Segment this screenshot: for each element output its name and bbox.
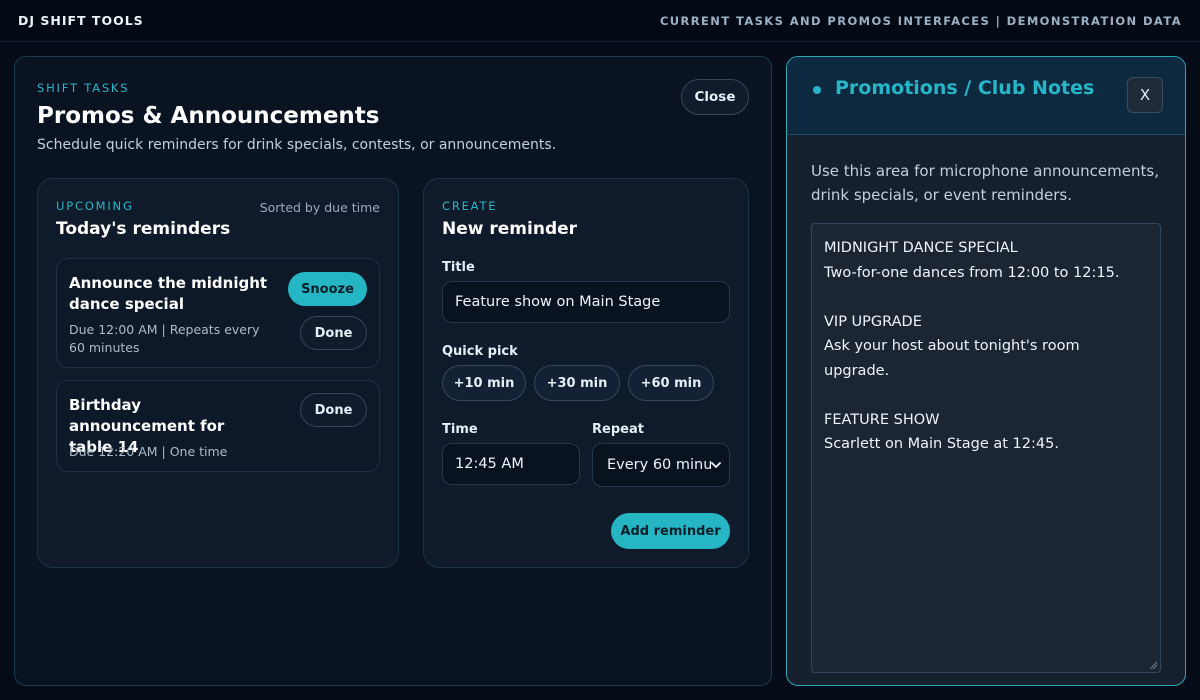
resize-grip-icon[interactable] xyxy=(1148,660,1158,670)
upcoming-title: Today's reminders xyxy=(56,219,231,239)
title-input[interactable] xyxy=(442,281,730,323)
page-subtitle: Schedule quick reminders for drink speci… xyxy=(37,137,557,153)
upcoming-eyebrow: UPCOMING xyxy=(56,199,134,213)
add-reminder-button[interactable]: Add reminder xyxy=(611,513,730,549)
promos-panel: SHIFT TASKS Promos & Announcements Sched… xyxy=(14,56,772,686)
side-panel-description: Use this area for microphone announcemen… xyxy=(811,162,1159,204)
create-eyebrow: CREATE xyxy=(442,199,498,213)
time-label: Time xyxy=(442,422,478,437)
reminder-item: Birthday announcement for table 14 Due 1… xyxy=(56,380,380,472)
title-label: Title xyxy=(442,260,475,275)
side-panel-title: Promotions / Club Notes xyxy=(835,77,1095,99)
create-card: CREATE New reminder Title Quick pick +10… xyxy=(423,178,749,568)
note-body: Scarlett on Main Stage at 12:45. xyxy=(824,436,1059,452)
reminder-item: Announce the midnight dance special Due … xyxy=(56,258,380,368)
status-dot-icon xyxy=(813,86,821,94)
note-heading: VIP UPGRADE xyxy=(824,313,922,330)
sort-note: Sorted by due time xyxy=(259,200,380,215)
time-input[interactable] xyxy=(442,443,580,485)
reminder-meta: Due 12:20 AM | One time xyxy=(69,444,228,459)
reminder-title: Announce the midnight dance special xyxy=(69,274,268,313)
note-heading: FEATURE SHOW xyxy=(824,411,940,428)
note-block: MIDNIGHT DANCE SPECIAL Two-for-one dance… xyxy=(824,236,1148,285)
note-block: FEATURE SHOW Scarlett on Main Stage at 1… xyxy=(824,408,1148,457)
create-title: New reminder xyxy=(442,219,578,239)
note-heading: MIDNIGHT DANCE SPECIAL xyxy=(824,240,1018,256)
side-panel-close-button[interactable]: X xyxy=(1127,77,1163,113)
note-block: VIP UPGRADE Ask your host about tonight'… xyxy=(824,310,1148,384)
panel-eyebrow: SHIFT TASKS xyxy=(37,81,130,95)
quick-pick-10-button[interactable]: +10 min xyxy=(442,365,526,401)
side-panel-header: Promotions / Club Notes X xyxy=(787,57,1185,135)
repeat-label: Repeat xyxy=(592,422,644,437)
repeat-select[interactable]: Every 60 minutes xyxy=(592,443,730,487)
quick-pick-label: Quick pick xyxy=(442,344,518,359)
quick-pick-30-button[interactable]: +30 min xyxy=(534,365,620,401)
note-body: Ask your host about tonight's room upgra… xyxy=(824,338,1080,379)
repeat-select-value: Every 60 minutes xyxy=(607,457,711,473)
top-bar: DJ SHIFT TOOLS CURRENT TASKS AND PROMOS … xyxy=(0,0,1200,42)
chevron-down-icon xyxy=(711,462,721,468)
brand-title: DJ SHIFT TOOLS xyxy=(18,13,144,28)
quick-pick-60-button[interactable]: +60 min xyxy=(628,365,714,401)
upcoming-card: UPCOMING Today's reminders Sorted by due… xyxy=(37,178,399,568)
context-label: CURRENT TASKS AND PROMOS INTERFACES | DE… xyxy=(659,13,1182,28)
note-body: Two-for-one dances from 12:00 to 12:15. xyxy=(824,264,1120,281)
club-notes-panel: Promotions / Club Notes X Use this area … xyxy=(786,56,1186,686)
page-title: Promos & Announcements xyxy=(37,103,380,129)
close-button[interactable]: Close xyxy=(681,79,749,115)
done-button[interactable]: Done xyxy=(300,316,367,350)
done-button[interactable]: Done xyxy=(300,393,367,427)
snooze-button[interactable]: Snooze xyxy=(288,272,367,306)
reminder-meta: Due 12:00 AM | Repeats every 60 minutes xyxy=(69,322,260,355)
notes-textarea[interactable]: MIDNIGHT DANCE SPECIAL Two-for-one dance… xyxy=(811,223,1161,673)
